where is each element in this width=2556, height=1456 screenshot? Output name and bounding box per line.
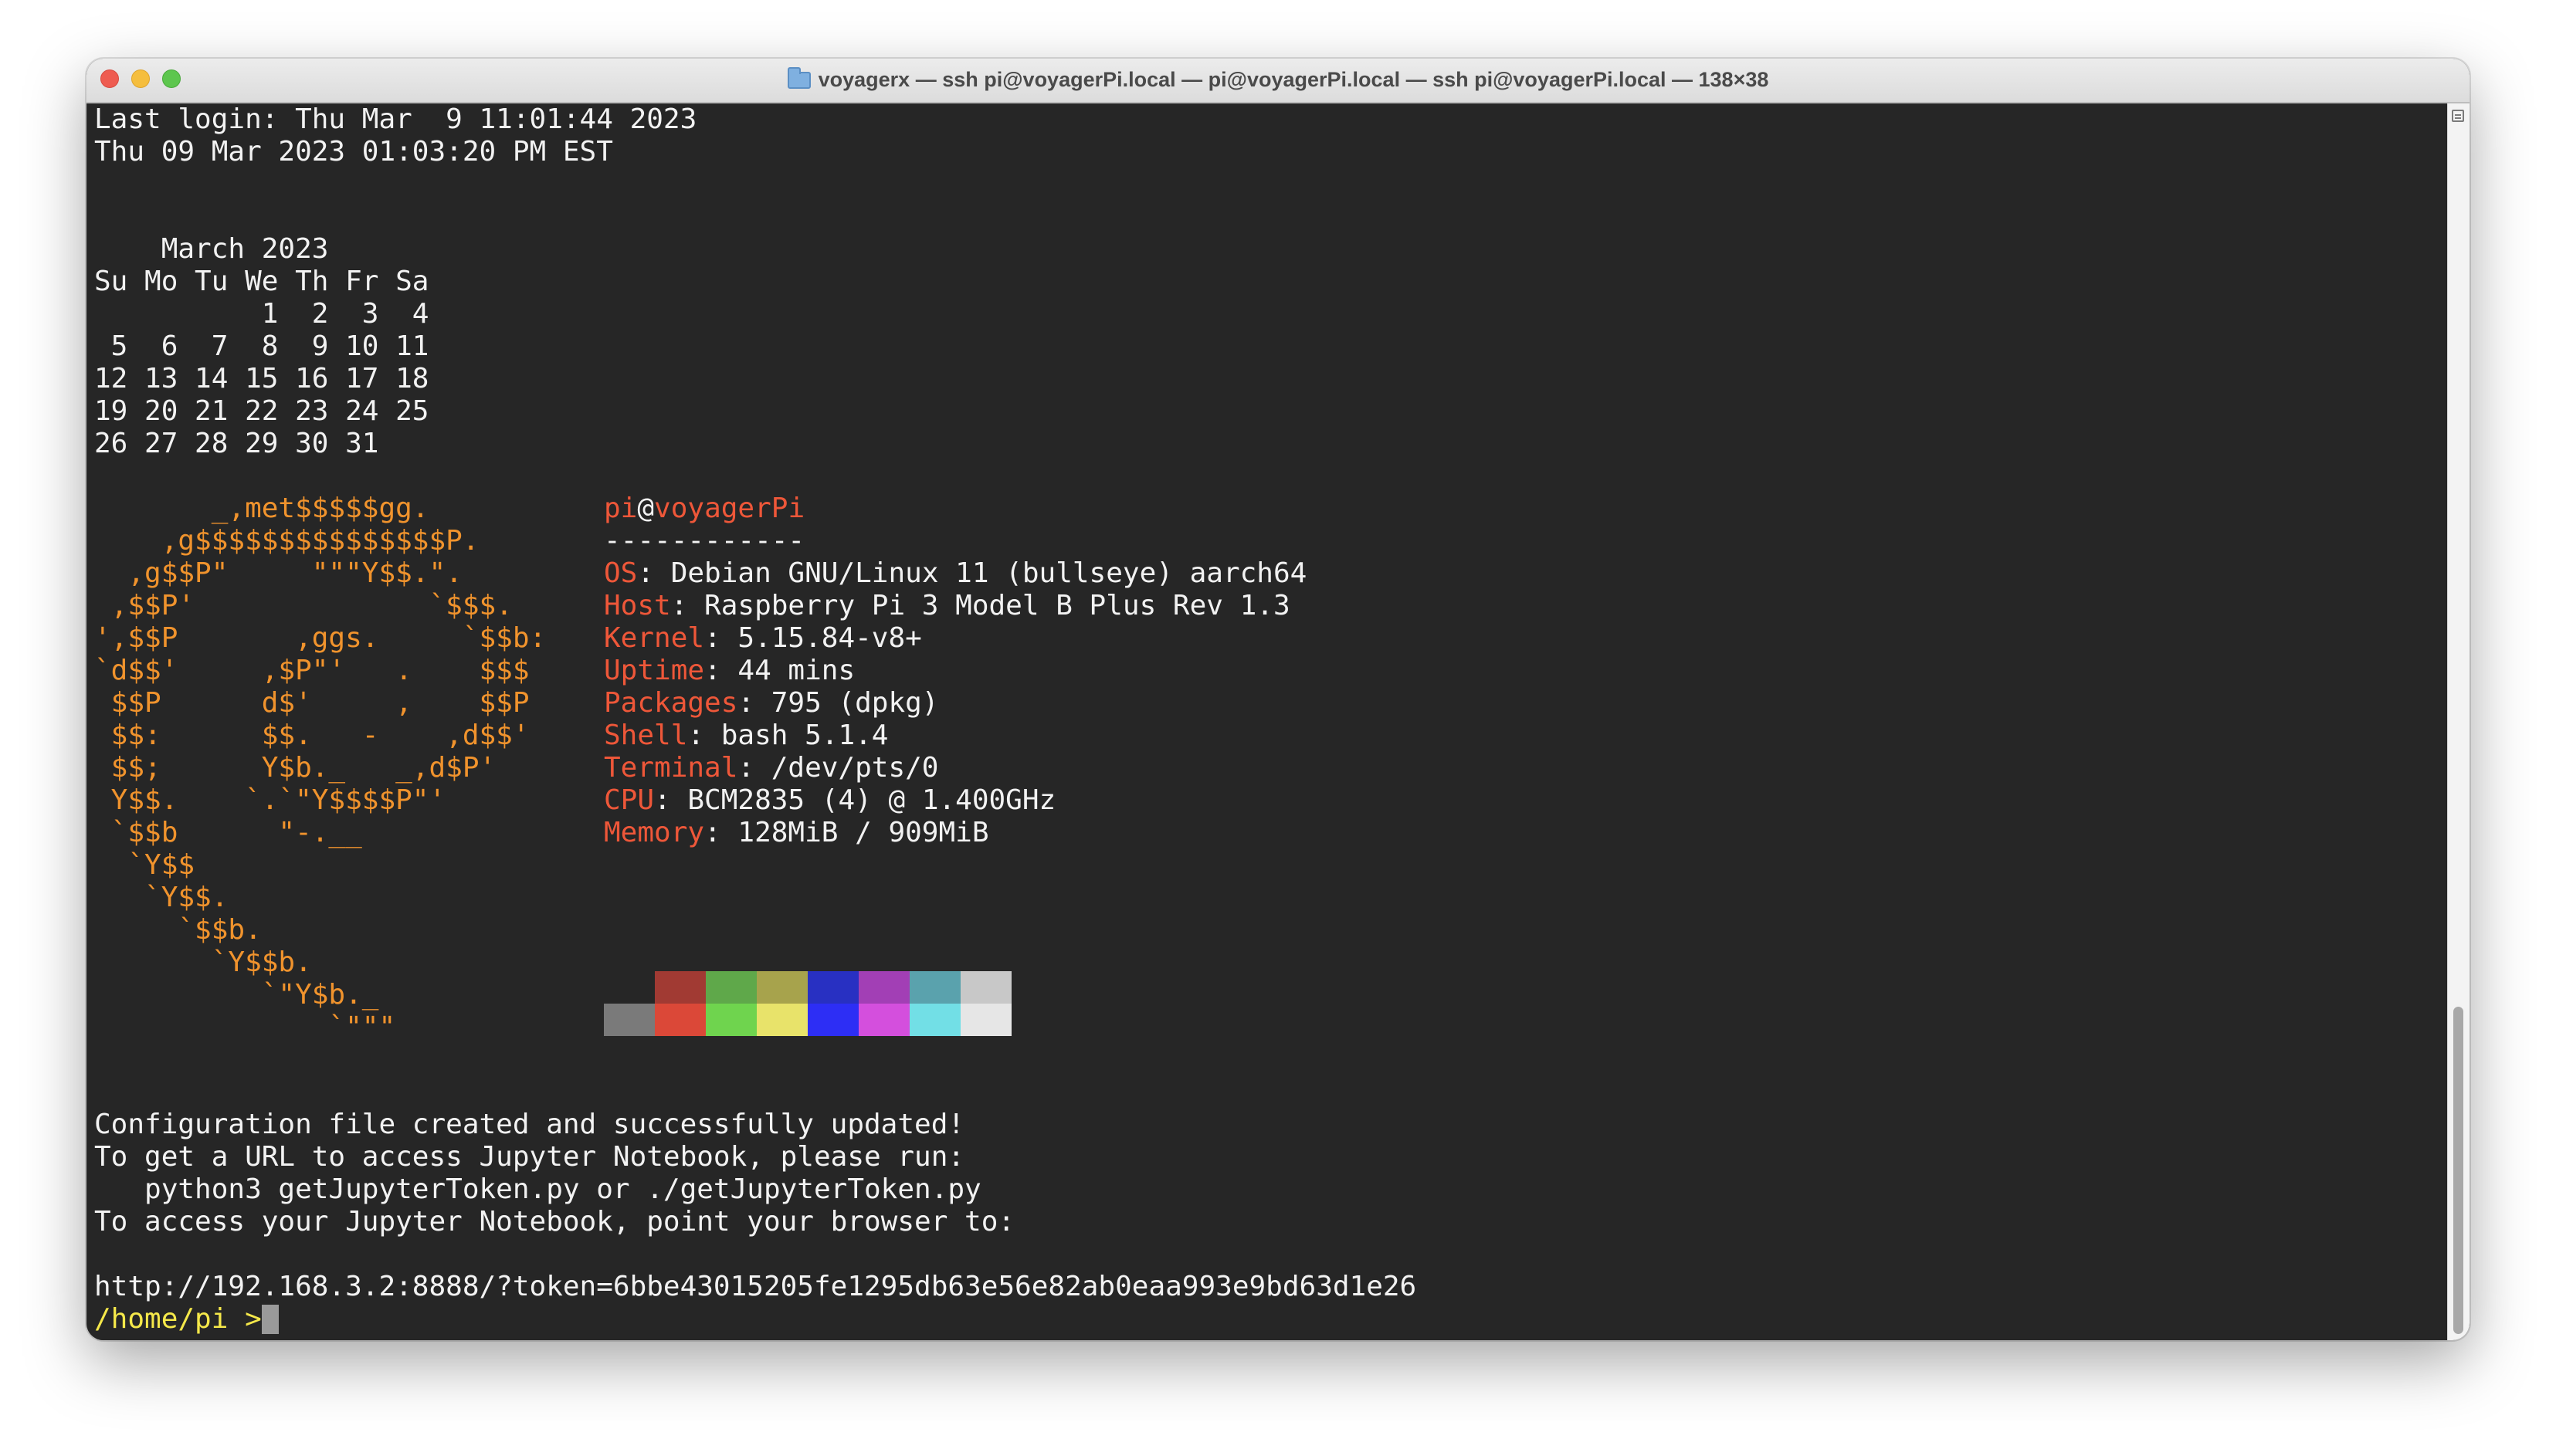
palette-swatch	[859, 1004, 910, 1036]
debian-logo-line: `"""	[94, 1011, 396, 1043]
palette-row-bright	[604, 1004, 1012, 1036]
calendar-title: March 2023	[94, 233, 329, 265]
palette-swatch	[655, 1004, 706, 1036]
palette-swatch	[604, 971, 655, 1004]
neofetch-uptime: Uptime: 44 mins	[604, 655, 856, 686]
debian-logo-line: $$P d$' , $$P	[94, 687, 530, 719]
palette-swatch	[757, 971, 808, 1004]
calendar-week: 12 13 14 15 16 17 18	[94, 363, 429, 394]
debian-logo-line: $$: $$. - ,d$$'	[94, 720, 530, 751]
neofetch-packages: Packages: 795 (dpkg)	[604, 687, 939, 719]
neofetch-shell: Shell: bash 5.1.4	[604, 720, 889, 751]
neofetch-at: @	[637, 493, 655, 524]
debian-logo-line: `d$$' ,$P"' . $$$	[94, 655, 530, 686]
neofetch-memory: Memory: 128MiB / 909MiB	[604, 817, 989, 848]
palette-swatch	[961, 971, 1012, 1004]
color-palette	[604, 971, 1012, 1036]
message-line: To get a URL to access Jupyter Notebook,…	[94, 1141, 965, 1173]
window-title-wrap: voyagerx — ssh pi@voyagerPi.local — pi@v…	[86, 67, 2470, 92]
message-line: Configuration file created and successfu…	[94, 1109, 965, 1140]
palette-swatch	[910, 1004, 961, 1036]
neofetch-host: voyagerPi	[654, 493, 805, 524]
neofetch-terminal: Terminal: /dev/pts/0	[604, 752, 939, 784]
debian-logo-line: ,$$P' `$$$.	[94, 590, 513, 621]
debian-logo-line: Y$$. `.`"Y$$$$P"'	[94, 784, 446, 816]
neofetch-kernel: Kernel: 5.15.84-v8+	[604, 622, 922, 654]
neofetch-separator: ------------	[604, 525, 805, 557]
debian-logo-line: `Y$$	[94, 849, 195, 881]
neofetch-user-host: pi@voyagerPi	[604, 493, 805, 525]
debian-logo-line: `$$b "-.__	[94, 817, 362, 848]
message-line: python3 getJupyterToken.py or ./getJupyt…	[94, 1173, 981, 1205]
jupyter-url[interactable]: http://192.168.3.2:8888/?token=6bbe43015…	[94, 1271, 1416, 1303]
palette-swatch	[706, 971, 757, 1004]
folder-icon	[787, 67, 811, 89]
palette-swatch	[757, 1004, 808, 1036]
palette-row-normal	[604, 971, 1012, 1004]
message-line: To access your Jupyter Notebook, point y…	[94, 1206, 1015, 1238]
text-cursor	[261, 1305, 279, 1334]
title-bar[interactable]: voyagerx — ssh pi@voyagerPi.local — pi@v…	[86, 59, 2470, 103]
prompt-text: /home/pi >	[94, 1303, 262, 1335]
calendar-week: 26 27 28 29 30 31	[94, 428, 379, 459]
vertical-scrollbar[interactable]	[2447, 103, 2470, 1340]
scrollbar-thumb[interactable]	[2453, 1007, 2463, 1334]
calendar-week: 1 2 3 4	[94, 298, 429, 330]
marks-menu-icon[interactable]	[2452, 110, 2464, 122]
terminal-content[interactable]: Last login: Thu Mar 9 11:01:44 2023 Thu …	[86, 103, 2448, 1340]
calendar-weekdays: Su Mo Tu We Th Fr Sa	[94, 266, 429, 297]
palette-swatch	[706, 1004, 757, 1036]
last-login-line: Last login: Thu Mar 9 11:01:44 2023	[94, 103, 697, 135]
neofetch-os: OS: Debian GNU/Linux 11 (bullseye) aarch…	[604, 557, 1307, 589]
debian-logo-line: `Y$$.	[94, 882, 229, 913]
palette-swatch	[910, 971, 961, 1004]
debian-logo-line: ',$$P ,ggs. `$$b:	[94, 622, 547, 654]
shell-prompt[interactable]: /home/pi >	[94, 1303, 279, 1336]
calendar-week: 5 6 7 8 9 10 11	[94, 330, 429, 362]
palette-swatch	[808, 1004, 859, 1036]
palette-swatch	[961, 1004, 1012, 1036]
neofetch-user: pi	[604, 493, 638, 524]
debian-logo-line: _,met$$$$$gg.	[94, 493, 429, 524]
neofetch-cpu: CPU: BCM2835 (4) @ 1.400GHz	[604, 784, 1056, 816]
palette-swatch	[604, 1004, 655, 1036]
palette-swatch	[859, 971, 910, 1004]
debian-logo-line: ,g$$P" """Y$$.".	[94, 557, 463, 589]
debian-logo-line: `"Y$b._	[94, 979, 379, 1011]
date-line: Thu 09 Mar 2023 01:03:20 PM EST	[94, 136, 613, 168]
debian-logo-line: ,g$$$$$$$$$$$$$$$P.	[94, 525, 480, 557]
neofetch-hostinfo: Host: Raspberry Pi 3 Model B Plus Rev 1.…	[604, 590, 1290, 621]
palette-swatch	[655, 971, 706, 1004]
terminal-window: voyagerx — ssh pi@voyagerPi.local — pi@v…	[86, 59, 2470, 1340]
debian-logo-line: `Y$$b.	[94, 946, 312, 978]
window-title: voyagerx — ssh pi@voyagerPi.local — pi@v…	[818, 68, 1769, 91]
calendar-week: 19 20 21 22 23 24 25	[94, 395, 429, 427]
debian-logo-line: $$; Y$b._ _,d$P'	[94, 752, 497, 784]
debian-logo-line: `$$b.	[94, 914, 262, 946]
palette-swatch	[808, 971, 859, 1004]
